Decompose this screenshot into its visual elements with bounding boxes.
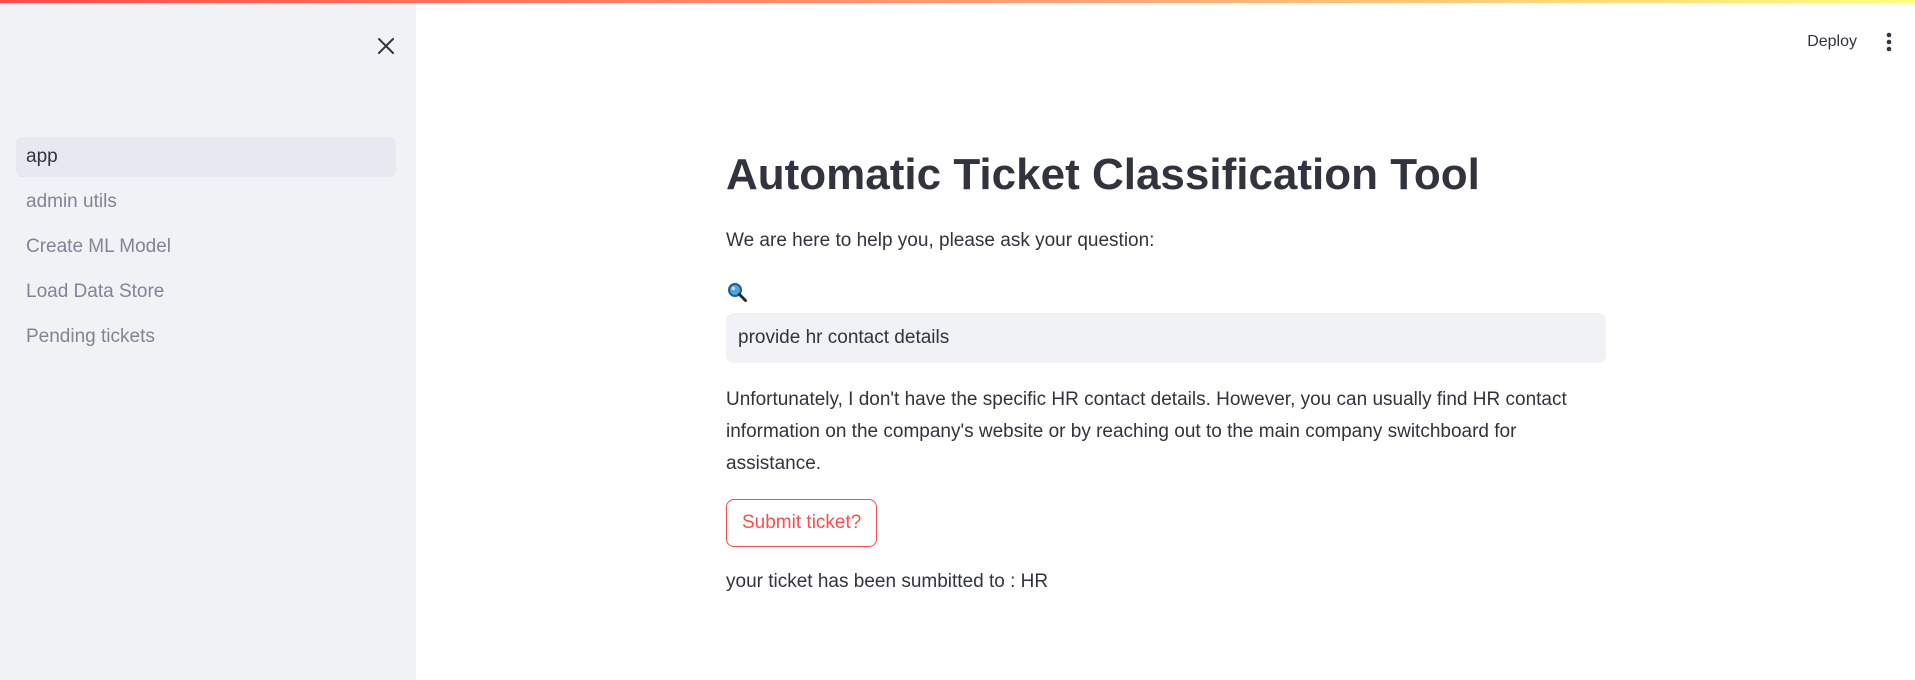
sidebar-item-label: admin utils <box>26 191 117 212</box>
question-input[interactable] <box>726 313 1606 363</box>
intro-text: We are here to help you, please ask your… <box>726 230 1155 251</box>
deploy-button[interactable]: Deploy <box>1807 33 1857 51</box>
sidebar-item-pending-tickets[interactable]: Pending tickets <box>16 317 396 357</box>
main-menu-button[interactable] <box>1881 28 1897 56</box>
sidebar-item-load-data-store[interactable]: Load Data Store <box>16 272 396 312</box>
sidebar-item-label: Create ML Model <box>26 236 172 257</box>
more-vertical-icon <box>1886 32 1892 52</box>
submission-status-text: your ticket has been sumbitted to : HR <box>726 571 1049 592</box>
page-title: Automatic Ticket Classification Tool <box>726 150 1480 199</box>
close-icon <box>378 38 394 54</box>
submit-ticket-button[interactable]: Submit ticket? <box>726 499 878 547</box>
top-decoration-bar <box>0 0 1915 3</box>
app-header-actions: Deploy <box>1807 28 1897 56</box>
sidebar-item-label: Load Data Store <box>26 281 165 302</box>
sidebar-item-admin-utils[interactable]: admin utils <box>16 182 396 222</box>
magnifying-glass-icon <box>728 283 747 302</box>
sidebar-item-label: Pending tickets <box>26 326 155 347</box>
sidebar-item-create-ml-model[interactable]: Create ML Model <box>16 227 396 267</box>
sidebar-item-label: app <box>26 146 58 167</box>
answer-text: Unfortunately, I don't have the specific… <box>726 389 1567 474</box>
sidebar-close-button[interactable] <box>370 30 402 62</box>
sidebar-nav: app admin utils Create ML Model Load Dat… <box>16 137 396 362</box>
sidebar-item-app[interactable]: app <box>16 137 396 177</box>
sidebar: app admin utils Create ML Model Load Dat… <box>0 0 416 680</box>
